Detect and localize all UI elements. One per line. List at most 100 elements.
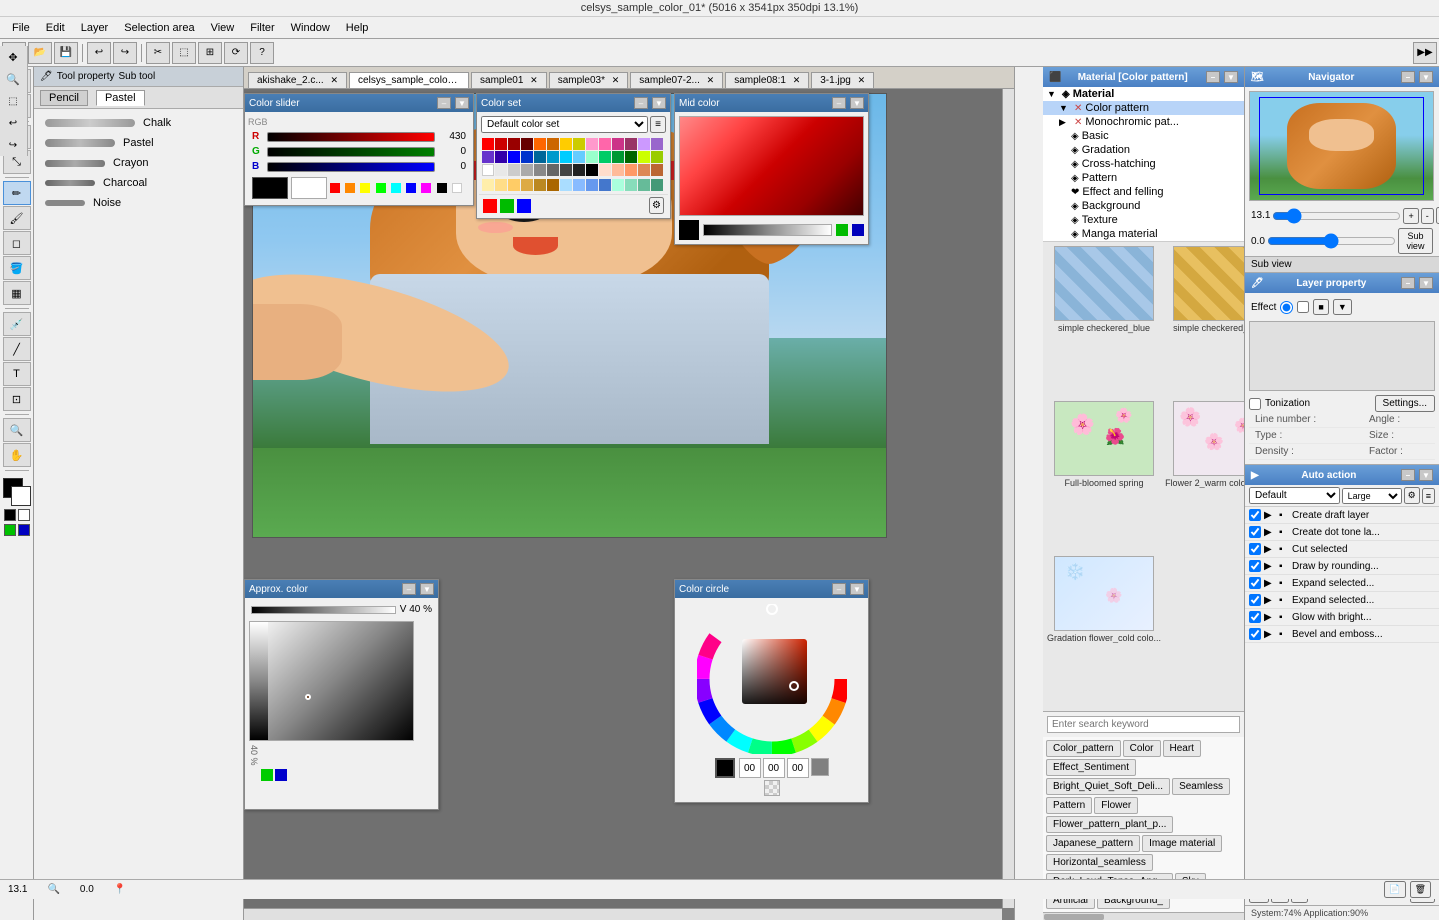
tool-line[interactable]: ╱ bbox=[3, 337, 31, 361]
nav-thumb[interactable] bbox=[1249, 91, 1434, 201]
effect-more-btn[interactable]: ▼ bbox=[1333, 299, 1352, 315]
brush-chalk[interactable]: Chalk bbox=[38, 113, 239, 133]
pal-9[interactable] bbox=[599, 138, 611, 150]
color-black[interactable] bbox=[4, 509, 16, 521]
chip-red[interactable] bbox=[330, 183, 340, 193]
pal2-4[interactable] bbox=[534, 179, 546, 191]
pal-29[interactable] bbox=[495, 164, 507, 176]
tab-close-sample03[interactable]: ✕ bbox=[612, 75, 620, 85]
color-set-minimize[interactable]: – bbox=[634, 97, 648, 109]
pal-13[interactable] bbox=[651, 138, 663, 150]
pal2-12[interactable] bbox=[638, 179, 650, 191]
tab-sample01[interactable]: sample01 ✕ bbox=[471, 72, 547, 88]
toolbar-tool1[interactable]: ✂ bbox=[146, 42, 170, 64]
color-slider-menu[interactable]: ▼ bbox=[455, 97, 469, 109]
tree-texture[interactable]: ◈ Texture bbox=[1043, 213, 1244, 227]
action-3-check[interactable] bbox=[1249, 543, 1261, 555]
slider-b[interactable] bbox=[267, 162, 435, 172]
pal-30[interactable] bbox=[508, 164, 520, 176]
pal-3[interactable] bbox=[521, 138, 533, 150]
action-5-check[interactable] bbox=[1249, 577, 1261, 589]
nav-rot-slider[interactable] bbox=[1267, 235, 1396, 247]
approx-menu[interactable]: ▼ bbox=[420, 583, 434, 595]
approx-brightness-slider[interactable] bbox=[251, 606, 396, 614]
approx-blue[interactable] bbox=[275, 769, 287, 781]
pal-15[interactable] bbox=[495, 151, 507, 163]
pal-40[interactable] bbox=[638, 164, 650, 176]
chip-black[interactable] bbox=[437, 183, 447, 193]
tool-eraser[interactable]: ◻ bbox=[3, 231, 31, 255]
pal-26[interactable] bbox=[638, 151, 650, 163]
circle-hex-g[interactable] bbox=[763, 758, 785, 778]
effect-radio[interactable] bbox=[1280, 301, 1293, 314]
pal-41[interactable] bbox=[651, 164, 663, 176]
pal-31[interactable] bbox=[521, 164, 533, 176]
auto-action-menu[interactable]: ▼ bbox=[1419, 469, 1433, 481]
color-white[interactable] bbox=[18, 509, 30, 521]
auto-action-minimize[interactable]: – bbox=[1401, 469, 1415, 481]
mid-color-menu[interactable]: ▼ bbox=[850, 97, 864, 109]
toolbar-help[interactable]: ? bbox=[250, 42, 274, 64]
tag-flower-pattern[interactable]: Flower_pattern_plant_p... bbox=[1046, 816, 1173, 833]
menu-filter[interactable]: Filter bbox=[242, 20, 282, 36]
pal2-7[interactable] bbox=[573, 179, 585, 191]
material-item-flower-warm[interactable]: 🌸 🌸 🌸 Flower 2_warm color_trans... bbox=[1165, 401, 1244, 552]
tab-close-sample01[interactable]: ✕ bbox=[530, 75, 538, 85]
material-item-grad-flower[interactable]: ❄️ 🌸 Gradation flower_cold colo... bbox=[1047, 556, 1161, 707]
tag-color-pattern[interactable]: Color_pattern bbox=[1046, 740, 1121, 757]
pal-28[interactable] bbox=[482, 164, 494, 176]
tree-gradation[interactable]: ◈ Gradation bbox=[1043, 143, 1244, 157]
bottom-chip-red[interactable] bbox=[483, 199, 497, 213]
action-6-check[interactable] bbox=[1249, 594, 1261, 606]
menu-help[interactable]: Help bbox=[338, 20, 377, 36]
approx-color-grid[interactable] bbox=[249, 621, 414, 741]
pal-32[interactable] bbox=[534, 164, 546, 176]
palette-settings-btn[interactable]: ⚙ bbox=[649, 197, 664, 214]
pal-17[interactable] bbox=[521, 151, 533, 163]
circle-transparent[interactable] bbox=[764, 780, 780, 796]
pal-38[interactable] bbox=[612, 164, 624, 176]
mid-color-minimize[interactable]: – bbox=[832, 97, 846, 109]
right-tool-3[interactable]: ⬚ bbox=[0, 90, 26, 112]
chip-white[interactable] bbox=[452, 183, 462, 193]
pal2-1[interactable] bbox=[495, 179, 507, 191]
toolbar-undo[interactable]: ↩ bbox=[87, 42, 111, 64]
toolbar-tool3[interactable]: ⊞ bbox=[198, 42, 222, 64]
tab-close-3-1[interactable]: ✕ bbox=[858, 75, 866, 85]
brush-crayon[interactable]: Crayon bbox=[38, 153, 239, 173]
canvas-scrollbar-v[interactable] bbox=[1002, 89, 1014, 908]
tool-gradient[interactable]: ▦ bbox=[3, 281, 31, 305]
bottom-chip-blue[interactable] bbox=[517, 199, 531, 213]
brush-charcoal[interactable]: Charcoal bbox=[38, 173, 239, 193]
pal-21[interactable] bbox=[573, 151, 585, 163]
circle-extra-btn[interactable] bbox=[811, 758, 829, 776]
mid-color-green[interactable] bbox=[836, 224, 848, 236]
approx-minimize[interactable]: – bbox=[402, 583, 416, 595]
pal-18[interactable] bbox=[534, 151, 546, 163]
tab-close-sample07[interactable]: ✕ bbox=[707, 75, 715, 85]
mid-color-blue[interactable] bbox=[852, 224, 864, 236]
pal-36[interactable] bbox=[586, 164, 598, 176]
tab-celsys[interactable]: celsys_sample_color_01* ✕ bbox=[349, 72, 469, 88]
mid-color-black[interactable] bbox=[679, 220, 699, 240]
status-btn-2[interactable]: 🗑 bbox=[1410, 881, 1431, 898]
canvas-image-area[interactable]: Color slider – ▼ RGB R 430 bbox=[244, 89, 1002, 908]
color-circle-menu[interactable]: ▼ bbox=[850, 583, 864, 595]
menu-selection[interactable]: Selection area bbox=[116, 20, 202, 36]
tag-flower[interactable]: Flower bbox=[1094, 797, 1138, 814]
tool-brush[interactable]: 🖌 bbox=[3, 206, 31, 230]
status-btn-1[interactable]: 📄 bbox=[1384, 881, 1405, 898]
tab-close-sample08[interactable]: ✕ bbox=[793, 75, 801, 85]
nav-menu[interactable]: ▼ bbox=[1419, 71, 1433, 83]
nav-subview[interactable]: Sub view bbox=[1398, 228, 1433, 254]
pal2-3[interactable] bbox=[521, 179, 533, 191]
tab-sample07[interactable]: sample07-2... ✕ bbox=[630, 72, 723, 88]
tree-manga[interactable]: ◈ Manga material bbox=[1043, 227, 1244, 241]
action-4-check[interactable] bbox=[1249, 560, 1261, 572]
pal-4[interactable] bbox=[534, 138, 546, 150]
tree-crosshatch[interactable]: ◈ Cross-hatching bbox=[1043, 157, 1244, 171]
color-green[interactable] bbox=[4, 524, 16, 536]
menu-window[interactable]: Window bbox=[283, 20, 338, 36]
tool-eyedrop[interactable]: 💉 bbox=[3, 312, 31, 336]
material-minimize[interactable]: – bbox=[1206, 71, 1220, 83]
